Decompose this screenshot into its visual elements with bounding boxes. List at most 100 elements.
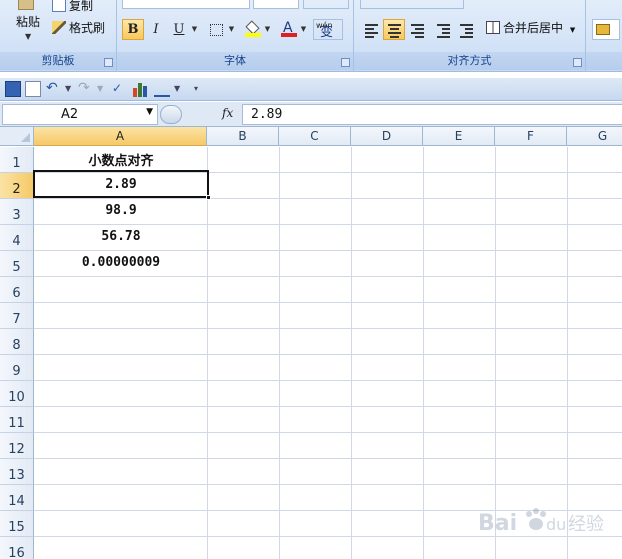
watermark-du: du (546, 515, 566, 534)
copy-label: 复制 (69, 0, 94, 13)
row-header-10[interactable]: 10 (0, 381, 34, 407)
border-button[interactable] (205, 19, 227, 40)
spell-check-icon[interactable]: ✓ (112, 81, 128, 97)
draw-border-dropdown-icon[interactable]: ▼ (174, 81, 180, 97)
fill-color-dropdown-icon[interactable]: ▼ (263, 19, 272, 40)
select-all-button[interactable] (0, 127, 34, 146)
formula-input[interactable]: 2.89 (242, 104, 622, 125)
save-icon[interactable] (5, 81, 21, 97)
number-format-icon (596, 24, 610, 35)
font-dialog-launcher[interactable] (341, 58, 350, 67)
gridline (34, 276, 622, 277)
row-header-4[interactable]: 4 (0, 225, 34, 251)
font-size-box[interactable] (253, 0, 299, 9)
row-header-13[interactable]: 13 (0, 459, 34, 485)
decrease-indent-button[interactable] (432, 19, 454, 40)
copy-button[interactable]: 复制 (52, 0, 93, 15)
name-box-value: A2 (61, 107, 79, 122)
column-header-e[interactable]: E (423, 127, 495, 146)
fill-color-button[interactable] (241, 19, 263, 40)
font-color-swatch (281, 33, 297, 37)
row-header-11[interactable]: 11 (0, 407, 34, 433)
row-header-16[interactable]: 16 (0, 537, 34, 559)
alignment-group: 合并后居中 ▼ 对齐方式 (354, 0, 586, 72)
format-painter-button[interactable]: 格式刷 (52, 19, 105, 37)
phonetic-guide-button[interactable]: wén 变 (313, 19, 343, 40)
grow-shrink-buttons[interactable] (303, 0, 349, 9)
insert-function-button[interactable]: fx (222, 106, 233, 120)
row-header-1[interactable]: 1 (0, 147, 34, 173)
column-header-g[interactable]: G (567, 127, 622, 146)
formula-bar-resize-grip[interactable] (160, 105, 182, 124)
paste-button[interactable]: 粘贴 ▼ (4, 0, 46, 44)
align-center-icon (388, 24, 401, 40)
select-all-icon (21, 133, 30, 142)
font-color-dropdown-icon[interactable]: ▼ (299, 19, 308, 40)
underline-dropdown-icon[interactable]: ▼ (190, 19, 199, 40)
font-name-box[interactable] (122, 0, 250, 9)
alignment-top-buttons[interactable] (360, 0, 464, 9)
row-header-15[interactable]: 15 (0, 511, 34, 537)
column-header-b[interactable]: B (207, 127, 279, 146)
watermark-bai: Bai (478, 511, 517, 536)
name-box[interactable]: A2 ▼ (2, 104, 158, 125)
cell-a4[interactable]: 56.78 (35, 229, 207, 244)
italic-button[interactable]: I (145, 19, 167, 40)
row-header-12[interactable]: 12 (0, 433, 34, 459)
border-dropdown-icon[interactable]: ▼ (227, 19, 236, 40)
merge-center-button[interactable]: 合并后居中 ▼ (486, 19, 575, 37)
row-header-14[interactable]: 14 (0, 485, 34, 511)
customize-toolbar-icon[interactable]: ▾ (194, 81, 198, 97)
column-header-a[interactable]: A (34, 127, 207, 146)
row-header-5[interactable]: 5 (0, 251, 34, 277)
increase-indent-icon (460, 24, 473, 40)
merge-cells-icon (486, 21, 500, 34)
row-header-9[interactable]: 9 (0, 355, 34, 381)
draw-border-icon[interactable] (154, 81, 170, 97)
formula-bar: A2 ▼ fx 2.89 (0, 102, 622, 127)
number-format-button[interactable] (592, 19, 620, 40)
row-header-6[interactable]: 6 (0, 277, 34, 303)
redo-dropdown-icon[interactable]: ▼ (97, 81, 103, 97)
align-center-button[interactable] (383, 19, 405, 40)
row-header-3[interactable]: 3 (0, 199, 34, 225)
font-group-label: 字体 (117, 52, 353, 70)
undo-icon[interactable]: ↶ (46, 81, 62, 97)
align-right-button[interactable] (406, 19, 428, 40)
fill-handle[interactable] (206, 195, 211, 200)
undo-dropdown-icon[interactable]: ▼ (65, 81, 71, 97)
redo-icon[interactable]: ↷ (78, 81, 94, 97)
underline-button[interactable]: U (168, 19, 190, 40)
column-header-f[interactable]: F (495, 127, 567, 146)
new-document-icon[interactable] (25, 81, 41, 97)
merge-dropdown-icon[interactable]: ▼ (570, 26, 575, 34)
format-painter-icon (52, 21, 66, 34)
chart-icon[interactable] (132, 81, 148, 97)
fill-color-swatch (245, 33, 261, 37)
gridline (34, 198, 622, 199)
decrease-indent-icon (437, 24, 450, 40)
name-box-dropdown-icon[interactable]: ▼ (146, 107, 153, 117)
font-color-button[interactable]: A (277, 19, 299, 40)
alignment-dialog-launcher[interactable] (573, 58, 582, 67)
cell-a1[interactable]: 小数点对齐 (35, 150, 207, 169)
increase-indent-button[interactable] (455, 19, 477, 40)
row-header-7[interactable]: 7 (0, 303, 34, 329)
row-header-2[interactable]: 2 (0, 173, 34, 199)
cell-a3[interactable]: 98.9 (35, 203, 207, 218)
column-header-c[interactable]: C (279, 127, 351, 146)
align-left-button[interactable] (360, 19, 382, 40)
column-header-d[interactable]: D (351, 127, 423, 146)
baidu-watermark: Bai du 经验 (478, 504, 618, 540)
gridline (34, 432, 622, 433)
gridline (34, 406, 622, 407)
alignment-group-label: 对齐方式 (354, 52, 585, 70)
clipboard-group-label: 剪贴板 (0, 52, 116, 70)
row-header-8[interactable]: 8 (0, 329, 34, 355)
clipboard-dialog-launcher[interactable] (104, 58, 113, 67)
cell-a5[interactable]: 0.00000009 (35, 255, 207, 270)
bold-button[interactable]: B (122, 19, 144, 40)
chevron-down-icon[interactable]: ▼ (25, 32, 31, 41)
font-group: B I U ▼ ▼ ▼ A ▼ wén 变 字体 (117, 0, 354, 72)
quick-access-toolbar: ↶ ▼ ↷ ▼ ✓ ▼ ▾ (0, 78, 622, 101)
